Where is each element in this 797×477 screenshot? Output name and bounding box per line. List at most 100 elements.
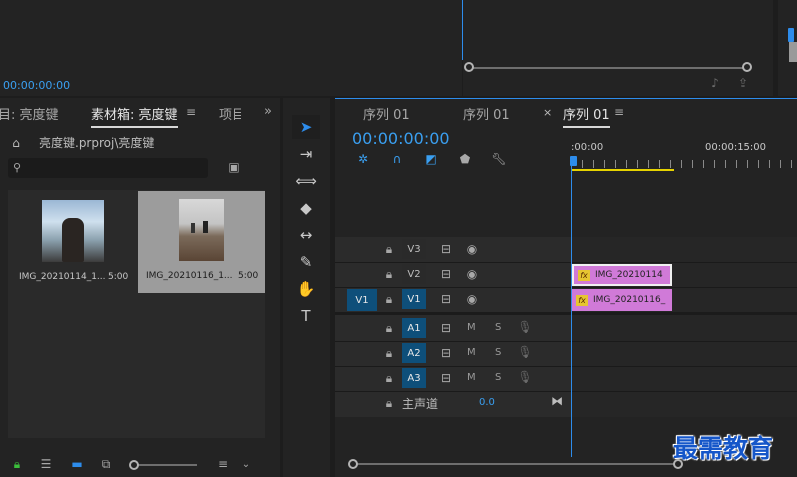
source-timecode[interactable]: 00:00:00:00 [3,79,70,92]
slip-tool-icon[interactable]: ↔ [292,223,320,247]
lock-track-icon[interactable]: 🔒︎ [383,292,395,306]
timeline-scrollbar[interactable] [355,463,680,465]
chevron-down-icon[interactable]: ⌄ [240,457,252,471]
tab-media-browser[interactable]: 目: 亮度键 [0,104,59,123]
eye-icon[interactable]: ◉ [465,242,479,256]
media-item-selected[interactable]: IMG_20210116_1... 5:00 [138,191,265,293]
video-audio-divider [335,312,797,315]
eye-icon[interactable]: ◉ [465,292,479,306]
solo-button[interactable]: S [495,322,501,333]
monitor-scrollbar[interactable] [469,67,751,69]
timeline-playhead-line [571,160,572,457]
add-marker-icon[interactable]: ⬟ [457,152,473,166]
source-patch-v1[interactable]: V1 [347,289,377,311]
zoom-slider[interactable] [133,464,197,466]
clip-v1[interactable]: fx IMG_20210116_ [572,289,672,311]
panel-menu-icon[interactable]: ≡ [612,105,626,119]
lock-icon[interactable]: 🔒︎ [10,457,24,471]
mute-button[interactable]: M [467,322,476,333]
hand-tool-icon[interactable]: ✋ [292,277,320,301]
linked-selection-icon[interactable]: ◩ [423,152,439,166]
sync-lock-icon[interactable]: ⊟ [439,371,453,385]
more-tabs-icon[interactable]: » [260,104,276,119]
microphone-icon[interactable]: 🎙︎ [517,345,532,359]
track-target-a1[interactable]: A1 [402,318,426,338]
program-monitor: ♪ ⇪ [463,0,773,96]
lock-track-icon[interactable]: 🔒︎ [383,346,395,360]
icon-view-icon[interactable]: ▬ [69,457,85,471]
lock-track-icon[interactable]: 🔒︎ [383,242,395,256]
sequence-timecode[interactable]: 00:00:00:00 [352,129,450,148]
sync-lock-icon[interactable]: ⊟ [439,321,453,335]
ripple-edit-tool-icon[interactable]: ⟺ [292,169,320,193]
tab-project[interactable]: 项目 [219,104,241,123]
solo-button[interactable]: S [495,347,501,358]
folder-up-icon[interactable]: ⌂ [8,136,24,150]
microphone-icon[interactable]: 🎙︎ [517,320,532,334]
track-target-v2[interactable]: V2 [402,264,426,284]
nest-icon[interactable]: ✲ [355,152,371,166]
close-icon[interactable]: × [543,106,552,119]
microphone-icon[interactable]: 🎙︎ [517,370,532,384]
ruler-mark: 00:00:15:00 [705,142,767,153]
sync-lock-icon[interactable]: ⊟ [439,267,453,281]
item-duration: 5:00 [108,272,129,282]
button-editor-icon[interactable]: ♪ [707,76,723,90]
sync-lock-icon[interactable]: ⊟ [439,346,453,360]
lock-track-icon[interactable]: 🔒︎ [383,371,395,385]
sync-lock-icon[interactable]: ⊟ [439,242,453,256]
search-input[interactable]: ⚲ [8,158,208,178]
mute-button[interactable]: M [467,347,476,358]
scroll-handle-left[interactable] [348,459,358,469]
panel-focus-line [335,98,797,99]
track-divider [335,262,797,263]
wrench-icon[interactable]: 🔧︎ [491,152,507,166]
ruler-ticks[interactable] [571,160,797,168]
eye-icon[interactable]: ◉ [465,267,479,281]
new-bin-icon[interactable]: ▣ [226,159,242,175]
sort-icon[interactable]: ≡ [215,457,231,471]
export-frame-icon[interactable]: ⇪ [735,76,751,90]
scroll-thumb[interactable] [789,42,797,62]
work-area-bar[interactable] [571,169,674,171]
list-view-icon[interactable]: ☰ [38,457,54,471]
snap-icon[interactable]: ∩ [389,152,405,166]
ruler-start: :00:00 [571,142,604,153]
master-volume[interactable]: 0.0 [479,397,495,408]
type-tool-icon[interactable]: T [292,304,320,328]
tab-sequence-1[interactable]: 序列 01 [363,104,410,123]
track-target-a2[interactable]: A2 [402,343,426,363]
lock-track-icon[interactable]: 🔒︎ [383,267,395,281]
selection-tool-icon[interactable]: ➤ [292,115,320,139]
panel-menu-icon[interactable]: ≡ [184,105,198,119]
track-target-v3[interactable]: V3 [402,239,426,259]
zoom-slider-handle[interactable] [129,460,139,470]
clip-v2[interactable]: fx IMG_20210114 [572,264,672,286]
watermark-logo: 最需教育 [673,434,774,463]
master-track-label: 主声道 [402,397,439,411]
mute-button[interactable]: M [467,372,476,383]
lock-track-icon[interactable]: 🔒︎ [383,396,395,410]
scroll-handle-right[interactable] [742,62,752,72]
thumbnail [179,199,224,261]
track-target-v1[interactable]: V1 [402,289,426,309]
freeform-view-icon[interactable]: ⧉ [97,457,115,471]
clip-label: IMG_20210116_ [593,295,666,305]
fx-badge-icon: fx [578,269,590,281]
track-target-a3[interactable]: A3 [402,368,426,388]
track-select-tool-icon[interactable]: ⇥ [292,142,320,166]
media-item[interactable]: IMG_20210114_1... 5:00 [10,192,137,294]
razor-tool-icon[interactable]: ◆ [292,196,320,220]
lock-track-icon[interactable]: 🔒︎ [383,321,395,335]
tab-bin[interactable]: 素材箱: 亮度键 [91,104,178,128]
fx-badge-icon: fx [576,294,588,306]
end-marker-icon[interactable]: ⧓ [549,394,565,408]
project-panel: 目: 亮度键 素材箱: 亮度键 ≡ 项目 » ⌂ 亮度键.prproj\亮度键 … [0,98,280,477]
pen-tool-icon[interactable]: ✎ [292,250,320,274]
item-name: IMG_20210116_1... [146,271,233,281]
tab-sequence-active[interactable]: 序列 01 [563,104,610,128]
solo-button[interactable]: S [495,372,501,383]
tab-sequence-2[interactable]: 序列 01 [463,104,510,123]
sync-lock-icon[interactable]: ⊟ [439,292,453,306]
scroll-handle-left[interactable] [464,62,474,72]
